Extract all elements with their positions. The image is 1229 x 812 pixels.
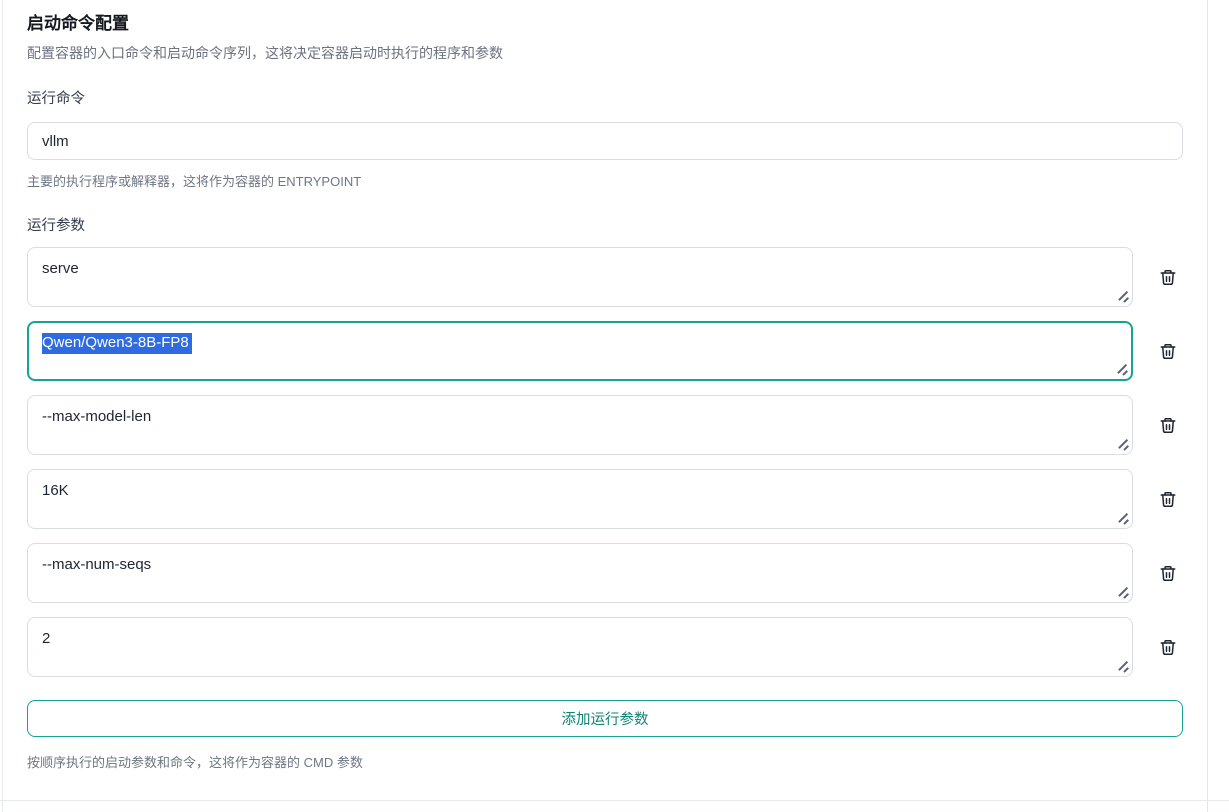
run-arg-textarea[interactable]: 2 xyxy=(27,617,1133,677)
panel-right-border xyxy=(1207,0,1208,812)
resize-handle-icon[interactable] xyxy=(1116,512,1128,524)
run-arg-textarea[interactable]: --max-num-seqs xyxy=(27,543,1133,603)
run-arg-value-selected: Qwen/Qwen3-8B-FP8 xyxy=(42,333,192,354)
run-arg-row: 2 xyxy=(27,617,1183,677)
run-arg-value: 16K xyxy=(42,482,69,499)
run-arg-row: 16K xyxy=(27,469,1183,529)
trash-icon xyxy=(1159,638,1177,657)
trash-icon xyxy=(1159,268,1177,287)
run-args-help: 按顺序执行的启动参数和命令，这将作为容器的 CMD 参数 xyxy=(27,754,1183,771)
delete-arg-button[interactable] xyxy=(1153,336,1183,366)
run-command-help: 主要的执行程序或解释器，这将作为容器的 ENTRYPOINT xyxy=(27,173,1183,190)
delete-arg-button[interactable] xyxy=(1153,262,1183,292)
run-arg-row: --max-model-len xyxy=(27,395,1183,455)
add-run-arg-button[interactable]: 添加运行参数 xyxy=(27,700,1183,737)
resize-handle-icon[interactable] xyxy=(1116,438,1128,450)
delete-arg-button[interactable] xyxy=(1153,410,1183,440)
run-arg-value: serve xyxy=(42,260,79,277)
resize-handle-icon[interactable] xyxy=(1115,363,1127,375)
resize-handle-icon[interactable] xyxy=(1116,290,1128,302)
run-arg-textarea[interactable]: serve xyxy=(27,247,1133,307)
resize-handle-icon[interactable] xyxy=(1116,586,1128,598)
trash-icon xyxy=(1159,490,1177,509)
run-arg-textarea[interactable]: --max-model-len xyxy=(27,395,1133,455)
panel-left-border xyxy=(2,0,3,812)
run-arg-row: --max-num-seqs xyxy=(27,543,1183,603)
section-divider xyxy=(0,800,1229,801)
run-args-label: 运行参数 xyxy=(27,217,1183,235)
run-arg-value: 2 xyxy=(42,630,50,647)
trash-icon xyxy=(1159,564,1177,583)
run-arg-value: --max-num-seqs xyxy=(42,556,151,573)
resize-handle-icon[interactable] xyxy=(1116,660,1128,672)
section-title: 启动命令配置 xyxy=(27,13,1183,34)
startup-command-section: 启动命令配置 配置容器的入口命令和启动命令序列，这将决定容器启动时执行的程序和参… xyxy=(27,0,1183,771)
run-arg-value: --max-model-len xyxy=(42,408,151,425)
run-arg-textarea[interactable]: 16K xyxy=(27,469,1133,529)
section-description: 配置容器的入口命令和启动命令序列，这将决定容器启动时执行的程序和参数 xyxy=(27,44,1183,62)
delete-arg-button[interactable] xyxy=(1153,484,1183,514)
delete-arg-button[interactable] xyxy=(1153,558,1183,588)
delete-arg-button[interactable] xyxy=(1153,632,1183,662)
trash-icon xyxy=(1159,416,1177,435)
run-command-label: 运行命令 xyxy=(27,90,1183,108)
run-arg-row: serve xyxy=(27,247,1183,307)
run-arg-textarea-focused[interactable]: Qwen/Qwen3-8B-FP8 xyxy=(27,321,1133,381)
run-command-input[interactable] xyxy=(27,122,1183,160)
run-arg-row: Qwen/Qwen3-8B-FP8 xyxy=(27,321,1183,381)
trash-icon xyxy=(1159,342,1177,361)
